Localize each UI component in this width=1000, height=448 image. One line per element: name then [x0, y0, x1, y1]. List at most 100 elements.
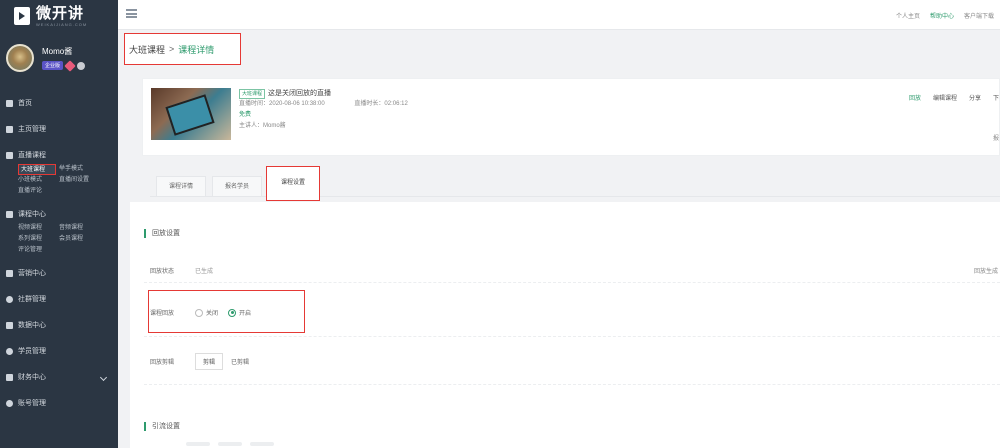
settings-panel: 回放设置 回放状态 已生成 回放生成 课程回放 关闭 开启 回放剪辑 剪辑 已剪…	[130, 202, 1000, 448]
replay-generate-link[interactable]: 回放生成	[974, 266, 998, 275]
sidebar-item-label: 主页管理	[18, 126, 46, 133]
avatar[interactable]	[6, 44, 34, 72]
brand-logo[interactable]: 微开讲 WEIKAIJIANG.COM	[0, 0, 118, 32]
wallet-icon	[6, 373, 13, 381]
replay-link[interactable]: 回放	[909, 93, 921, 102]
replay-off-radio[interactable]: 关闭	[195, 308, 218, 317]
replay-edit-label: 回放剪辑	[150, 360, 175, 366]
sidebar-item-label: 课程中心	[18, 211, 46, 218]
sidebar-item-label: 营销中心	[18, 270, 46, 277]
sidebar-item-label: 学员管理	[18, 348, 46, 355]
signup-link[interactable]: 报	[993, 133, 999, 142]
sidebar-menu: 首页 主页管理 直播课程 大班课程 举手模式 小班模式 直播间设置 直播评论 课…	[0, 90, 118, 416]
replay-toggle-row: 课程回放 关闭 开启	[150, 308, 1000, 317]
breadcrumb-parent[interactable]: 大班课程	[129, 43, 165, 56]
sidebar-item-label: 数据中心	[18, 322, 46, 329]
sidebar-item-community[interactable]: 社群管理	[6, 286, 112, 312]
guide-options-preview	[130, 436, 1000, 448]
sidebar-subitem-raise-hand[interactable]: 举手模式	[59, 164, 100, 175]
replay-status-value: 已生成	[195, 269, 214, 275]
breadcrumb-separator: >	[169, 44, 175, 54]
book-icon	[6, 210, 13, 218]
user-name: Momo酱	[42, 47, 73, 56]
sitemap-icon	[6, 269, 13, 277]
sidebar-subitem-comments[interactable]: 评论管理	[18, 245, 59, 256]
replay-section-title: 回放设置	[144, 228, 180, 238]
sidebar-item-label: 直播课程	[18, 152, 46, 159]
breadcrumb: 大班课程 > 课程详情	[124, 33, 241, 65]
divider	[144, 384, 1000, 385]
host-label: 主讲人：	[239, 123, 264, 129]
replay-status-row: 回放状态 已生成	[150, 266, 1000, 275]
sidebar-subitem-room-settings[interactable]: 直播间设置	[59, 175, 100, 186]
calendar-icon	[6, 151, 13, 159]
clip-button[interactable]: 剪辑	[195, 353, 224, 370]
replay-edit-row: 回放剪辑 剪辑 已剪辑	[150, 353, 1000, 370]
topbar-link-download[interactable]: 客户端下载	[964, 11, 994, 20]
topbar: 个人主页 帮助中心 客户端下载	[118, 0, 1000, 30]
student-icon	[6, 347, 13, 355]
clipped-link[interactable]: 已剪辑	[231, 357, 249, 366]
topbar-link-homepage[interactable]: 个人主页	[896, 11, 920, 20]
replay-toggle-label: 课程回放	[150, 311, 175, 317]
tab-course-settings[interactable]: 课程设置	[266, 166, 320, 201]
host-name: Momo酱	[263, 123, 286, 129]
sidebar-item-marketing[interactable]: 营销中心	[6, 260, 112, 286]
replay-status-label: 回放状态	[150, 269, 175, 275]
sidebar-item-data[interactable]: 数据中心	[6, 312, 112, 338]
sidebar-item-homepage[interactable]: 主页管理	[6, 116, 112, 142]
edition-badge: 企业版	[42, 61, 64, 70]
sidebar-item-label: 财务中心	[18, 374, 46, 381]
sidebar-item-label: 社群管理	[18, 296, 46, 303]
sidebar-item-label: 首页	[18, 100, 32, 107]
radio-label: 关闭	[206, 311, 219, 317]
radio-checked-icon	[228, 308, 237, 317]
sidebar-item-students[interactable]: 学员管理	[6, 338, 112, 364]
logo-icon	[14, 7, 30, 25]
group-icon	[6, 295, 13, 303]
replay-on-radio[interactable]: 开启	[228, 308, 251, 317]
tab-enrolled-students[interactable]: 报名学员	[212, 176, 262, 196]
option-placeholder	[186, 442, 210, 446]
medal-icon	[77, 61, 86, 70]
duration-label: 直播时长：	[354, 101, 385, 107]
user-profile: Momo酱 企业版	[0, 32, 118, 84]
breadcrumb-current: 课程详情	[178, 44, 215, 55]
sidebar-item-account[interactable]: 账号管理	[6, 390, 112, 416]
course-card: 大班课程 这是关闭回放的直播 直播时间：2020-08-06 10:38:00 …	[142, 78, 1000, 156]
chart-icon	[6, 321, 13, 329]
sidebar-subitem-series[interactable]: 系列课程	[18, 234, 59, 245]
share-link[interactable]: 分享	[969, 93, 981, 102]
sidebar-subitem-audio[interactable]: 音频课程	[59, 223, 100, 234]
divider	[144, 336, 1000, 337]
home-icon	[6, 99, 13, 107]
download-link[interactable]: 下	[993, 93, 999, 102]
sidebar-subitem-big-class[interactable]: 大班课程	[18, 164, 56, 175]
sidebar-subitem-live-comments[interactable]: 直播评论	[18, 186, 59, 197]
user-icon	[6, 399, 13, 407]
brand-name: 微开讲	[36, 4, 85, 22]
sidebar-item-finance[interactable]: 财务中心	[6, 364, 112, 390]
bank-icon	[6, 125, 13, 133]
tab-course-details[interactable]: 课程详情	[156, 176, 206, 196]
sidebar-subitem-small-class[interactable]: 小班模式	[18, 175, 59, 186]
chevron-down-icon	[99, 373, 108, 381]
radio-unchecked-icon	[195, 308, 203, 317]
brand-sub: WEIKAIJIANG.COM	[36, 21, 88, 27]
radio-label: 开启	[239, 311, 252, 317]
sidebar-subitem-video[interactable]: 视频课程	[18, 223, 59, 234]
duration: 02:06:12	[384, 101, 408, 107]
divider	[144, 282, 1000, 283]
edit-course-link[interactable]: 编辑课程	[933, 93, 957, 102]
course-thumbnail[interactable]	[151, 88, 231, 140]
course-type-tag: 大班课程	[239, 88, 266, 99]
course-tabs: 课程详情 报名学员 课程设置	[142, 164, 1000, 202]
sidebar: 微开讲 WEIKAIJIANG.COM Momo酱 企业版 首页 主页管理 直播…	[0, 0, 118, 448]
start-time-label: 直播时间：	[239, 101, 270, 107]
menu-toggle-icon[interactable]	[126, 9, 137, 18]
topbar-link-help[interactable]: 帮助中心	[930, 11, 954, 20]
sidebar-item-home[interactable]: 首页	[6, 90, 112, 116]
option-placeholder	[218, 442, 242, 446]
guide-section-title: 引流设置	[144, 421, 180, 431]
sidebar-subitem-member[interactable]: 会员课程	[59, 234, 100, 245]
